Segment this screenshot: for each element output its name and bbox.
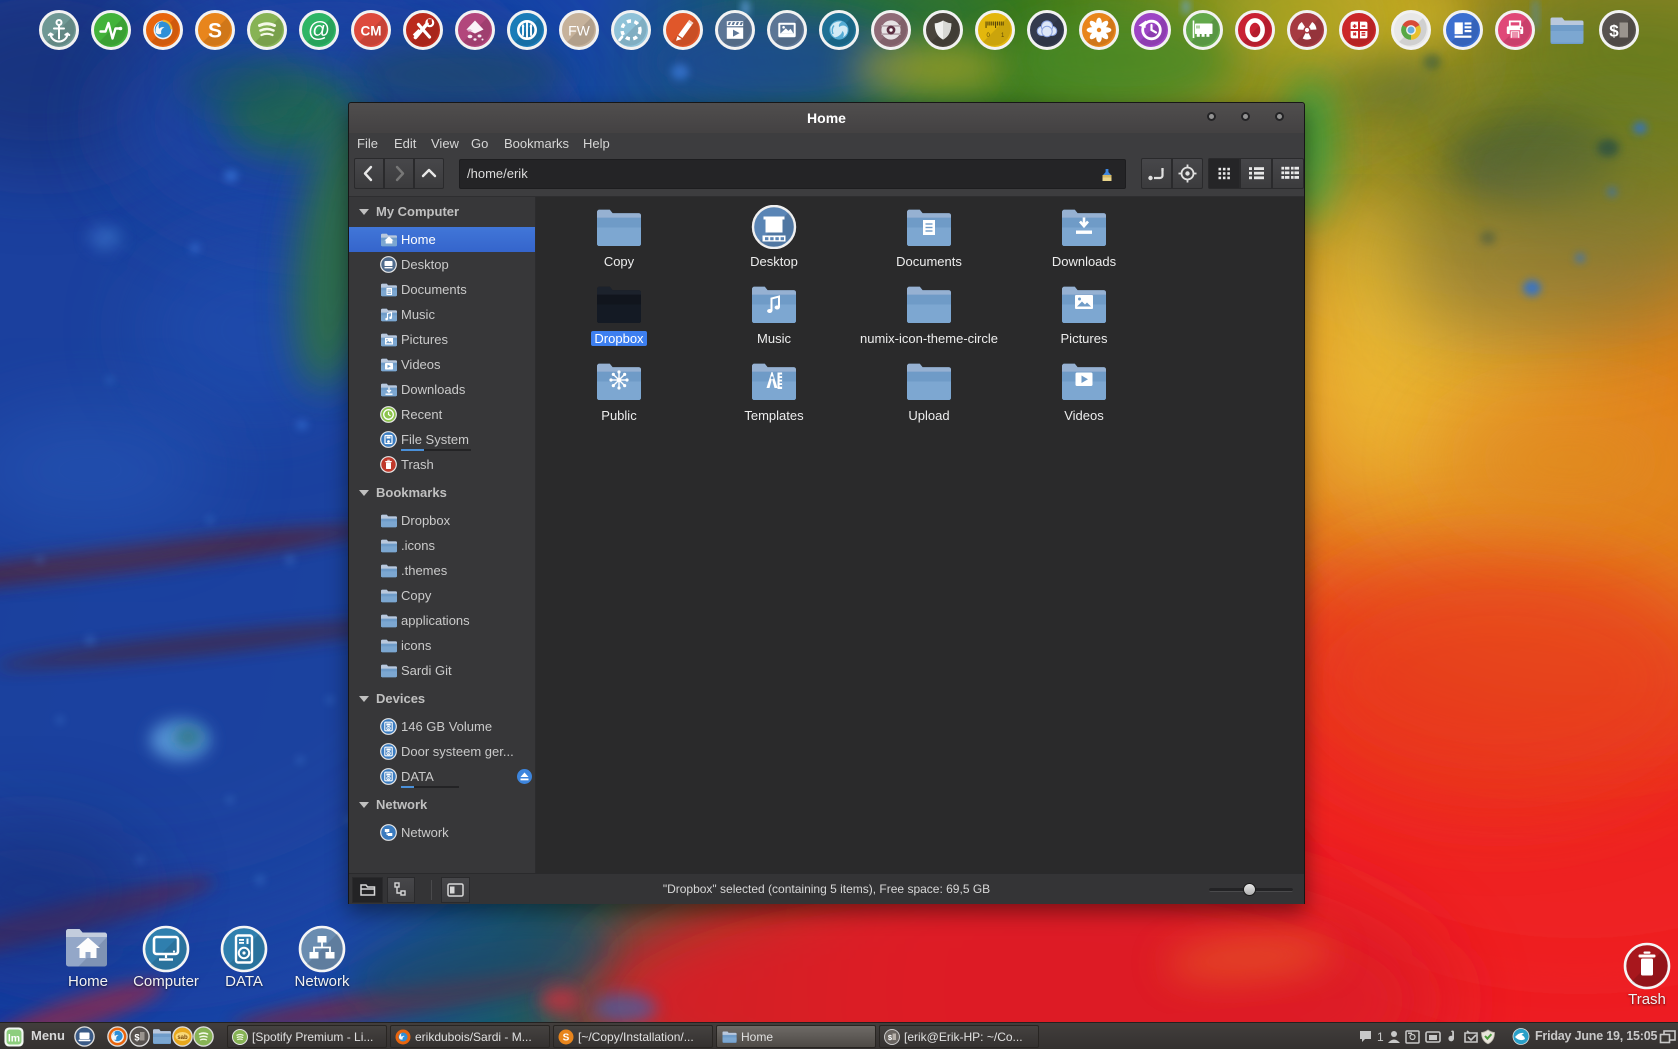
svg-text:S: S	[563, 1033, 570, 1044]
svg-text:lm: lm	[8, 1034, 20, 1045]
svg-text:FW: FW	[568, 23, 591, 39]
svg-text:CM: CM	[361, 24, 382, 39]
svg-text:$: $	[1609, 22, 1619, 41]
svg-text:@: @	[308, 17, 330, 42]
svg-text:sab: sab	[177, 1035, 188, 1041]
svg-text:$: $	[134, 1033, 140, 1044]
svg-text:1: 1	[1377, 1030, 1384, 1044]
svg-text:S: S	[208, 20, 222, 43]
